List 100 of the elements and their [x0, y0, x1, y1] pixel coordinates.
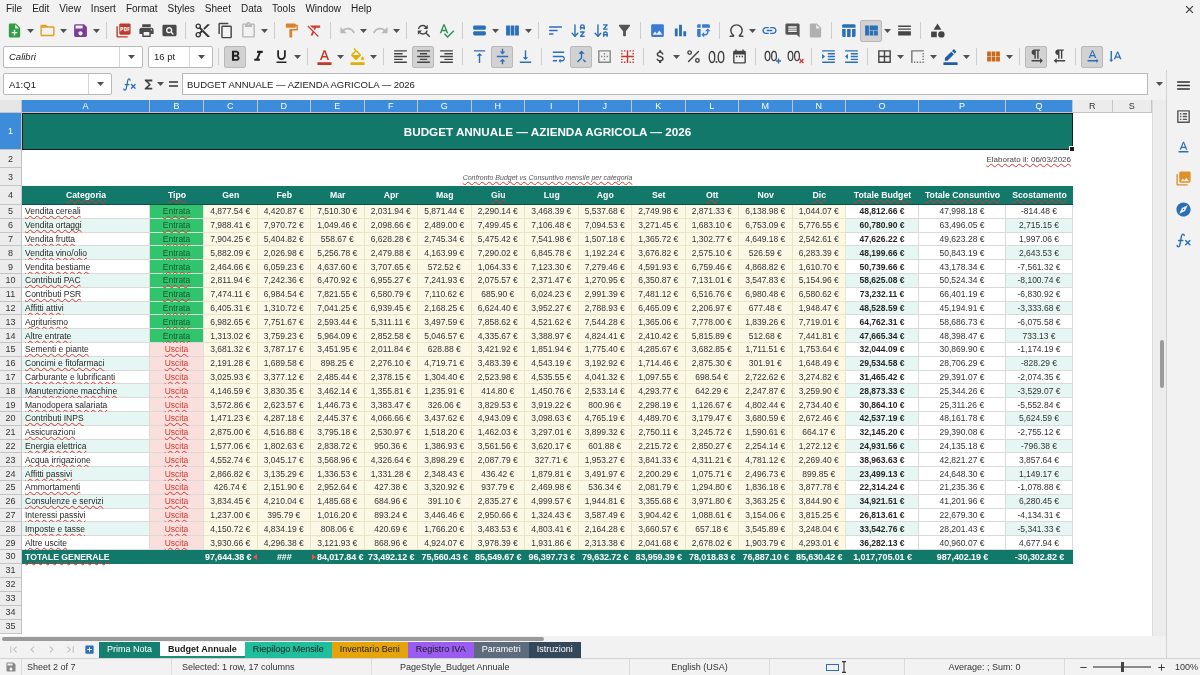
font-name-field[interactable]: Calibri [3, 45, 143, 68]
pivot-table-icon [694, 22, 712, 39]
column-header[interactable]: A [22, 100, 150, 113]
column-header[interactable]: J [578, 100, 632, 113]
variance-cell: -7,561.32 € [1006, 260, 1073, 274]
variance-cell: -6,075.58 € [1006, 315, 1073, 330]
row-header[interactable]: 1 [0, 113, 22, 150]
sheet-tab[interactable]: Prima Nota [99, 641, 160, 658]
function-wizard-icon[interactable] [122, 76, 137, 92]
sheet-tab[interactable]: Istruzioni [528, 641, 581, 658]
amount-cell: 5,871.44 € [418, 205, 472, 219]
vertical-scrollbar[interactable] [1152, 100, 1166, 636]
menu-item[interactable]: Window [300, 1, 346, 17]
actual-total-cell: 25,311.26 € [919, 398, 1006, 412]
amount-cell: 642.29 € [685, 384, 739, 399]
amount-cell: 4,834.19 € [257, 522, 311, 537]
bold-button[interactable] [224, 45, 246, 68]
zoom-percent-text[interactable]: 100% [1175, 662, 1199, 672]
row-header[interactable]: 24 [0, 467, 22, 481]
column-header[interactable]: H [471, 100, 525, 113]
freeze-panes-button[interactable] [860, 19, 882, 42]
list-icon [1175, 108, 1192, 125]
image-icon [648, 22, 666, 39]
row-header[interactable]: 19 [0, 398, 22, 412]
page-style-text: PageStyle_Budget Annuale [400, 662, 510, 672]
sheet-tab[interactable]: Parametri [473, 641, 529, 658]
amount-cell: 1,331.28 € [364, 467, 418, 481]
left-to-right-button[interactable] [1025, 45, 1047, 68]
column-header[interactable]: E [311, 100, 365, 113]
column-header[interactable]: L [685, 100, 739, 113]
column-header[interactable]: F [364, 100, 418, 113]
menu-item[interactable]: Format [120, 1, 163, 17]
column-header[interactable]: R [1073, 100, 1113, 113]
text-horizontal-button[interactable] [1081, 45, 1103, 68]
font-size-field[interactable]: 16 pt [148, 45, 213, 68]
row-header[interactable]: 14 [0, 329, 22, 343]
selection-mode-icon[interactable] [826, 661, 848, 673]
row-header[interactable]: 13 [0, 315, 22, 330]
fill-handle[interactable] [1069, 146, 1075, 152]
column-header[interactable]: O [846, 100, 919, 113]
row-header[interactable]: 3 [0, 168, 22, 186]
row-header[interactable]: 4 [0, 186, 22, 205]
sheet-tab[interactable]: Budget Annuale [160, 641, 245, 658]
actual-total-cell: 47,998.18 € [919, 205, 1006, 219]
amount-cell: 7,290.02 € [471, 246, 525, 261]
formula-input[interactable]: BUDGET ANNUALE — AZIENDA AGRICOLA — 2026 [182, 73, 1148, 95]
row-header[interactable]: 2 [0, 150, 22, 168]
caret-icon [157, 82, 164, 86]
menu-item[interactable]: Help [346, 1, 377, 17]
column-header[interactable]: P [919, 100, 1006, 113]
menu-item[interactable]: Styles [162, 1, 200, 17]
equals-icon[interactable] [169, 81, 178, 87]
scrollbar-thumb[interactable] [1160, 340, 1164, 388]
column-header[interactable]: B [150, 100, 204, 113]
column-header[interactable]: S [1112, 100, 1152, 113]
column-header[interactable]: N [792, 100, 846, 113]
row-header[interactable]: 18 [0, 384, 22, 399]
amount-cell: 2,313.38 € [578, 536, 632, 550]
amount-cell: 4,803.41 € [525, 522, 579, 537]
align-middle-button[interactable] [491, 45, 513, 68]
amount-cell: 4,420.87 € [257, 205, 311, 219]
row-header[interactable]: 9 [0, 260, 22, 274]
sheet-tab[interactable]: Inventario Beni [331, 641, 408, 658]
table-header-cell: Mar [311, 186, 365, 205]
budget-total-cell: 28,873.33 € [846, 384, 919, 399]
menu-item[interactable]: Insert [85, 1, 121, 17]
column-header[interactable]: C [204, 100, 258, 113]
column-header[interactable]: I [525, 100, 579, 113]
caret-icon [60, 28, 67, 33]
name-box[interactable]: A1:Q1 [3, 73, 112, 95]
row-header[interactable]: 28 [0, 522, 22, 537]
sheet-tab[interactable]: Registro IVA [407, 641, 474, 658]
menu-item[interactable]: Tools [267, 1, 301, 17]
row-header[interactable]: 5 [0, 205, 22, 219]
menu-item[interactable]: View [54, 1, 86, 17]
merge-and-center-button[interactable] [570, 45, 592, 68]
text-color-icon [315, 48, 333, 65]
menu-item[interactable]: Sheet [199, 1, 236, 17]
menu-item[interactable]: Edit [27, 1, 55, 17]
row-header[interactable]: 29 [0, 536, 22, 550]
save-icon[interactable] [4, 661, 17, 673]
column-header[interactable]: G [418, 100, 472, 113]
menu-item[interactable]: Data [235, 1, 268, 17]
zoom-slider-thumb[interactable] [1121, 662, 1124, 672]
pdf-file-icon [114, 22, 132, 39]
horizontal-scrollbar[interactable] [2, 636, 544, 641]
menu-item[interactable]: File [1, 1, 28, 17]
category-cell: Carburante e lubrificanti [22, 370, 150, 385]
sheet-tab[interactable]: Riepilogo Mensile [244, 641, 332, 658]
indent-decrease-icon [842, 48, 860, 65]
column-header[interactable]: K [632, 100, 686, 113]
column-header[interactable]: M [739, 100, 793, 113]
column-header[interactable]: Q [1006, 100, 1073, 113]
align-center-button[interactable] [412, 45, 434, 68]
row-header[interactable]: 8 [0, 246, 22, 261]
type-cell: Entrata [150, 205, 204, 219]
amount-cell: 2,348.43 € [418, 467, 472, 481]
column-header[interactable]: D [257, 100, 311, 113]
date-label: Elaborato il: 06/03/2026 [986, 154, 1071, 164]
row-header[interactable]: 23 [0, 453, 22, 468]
